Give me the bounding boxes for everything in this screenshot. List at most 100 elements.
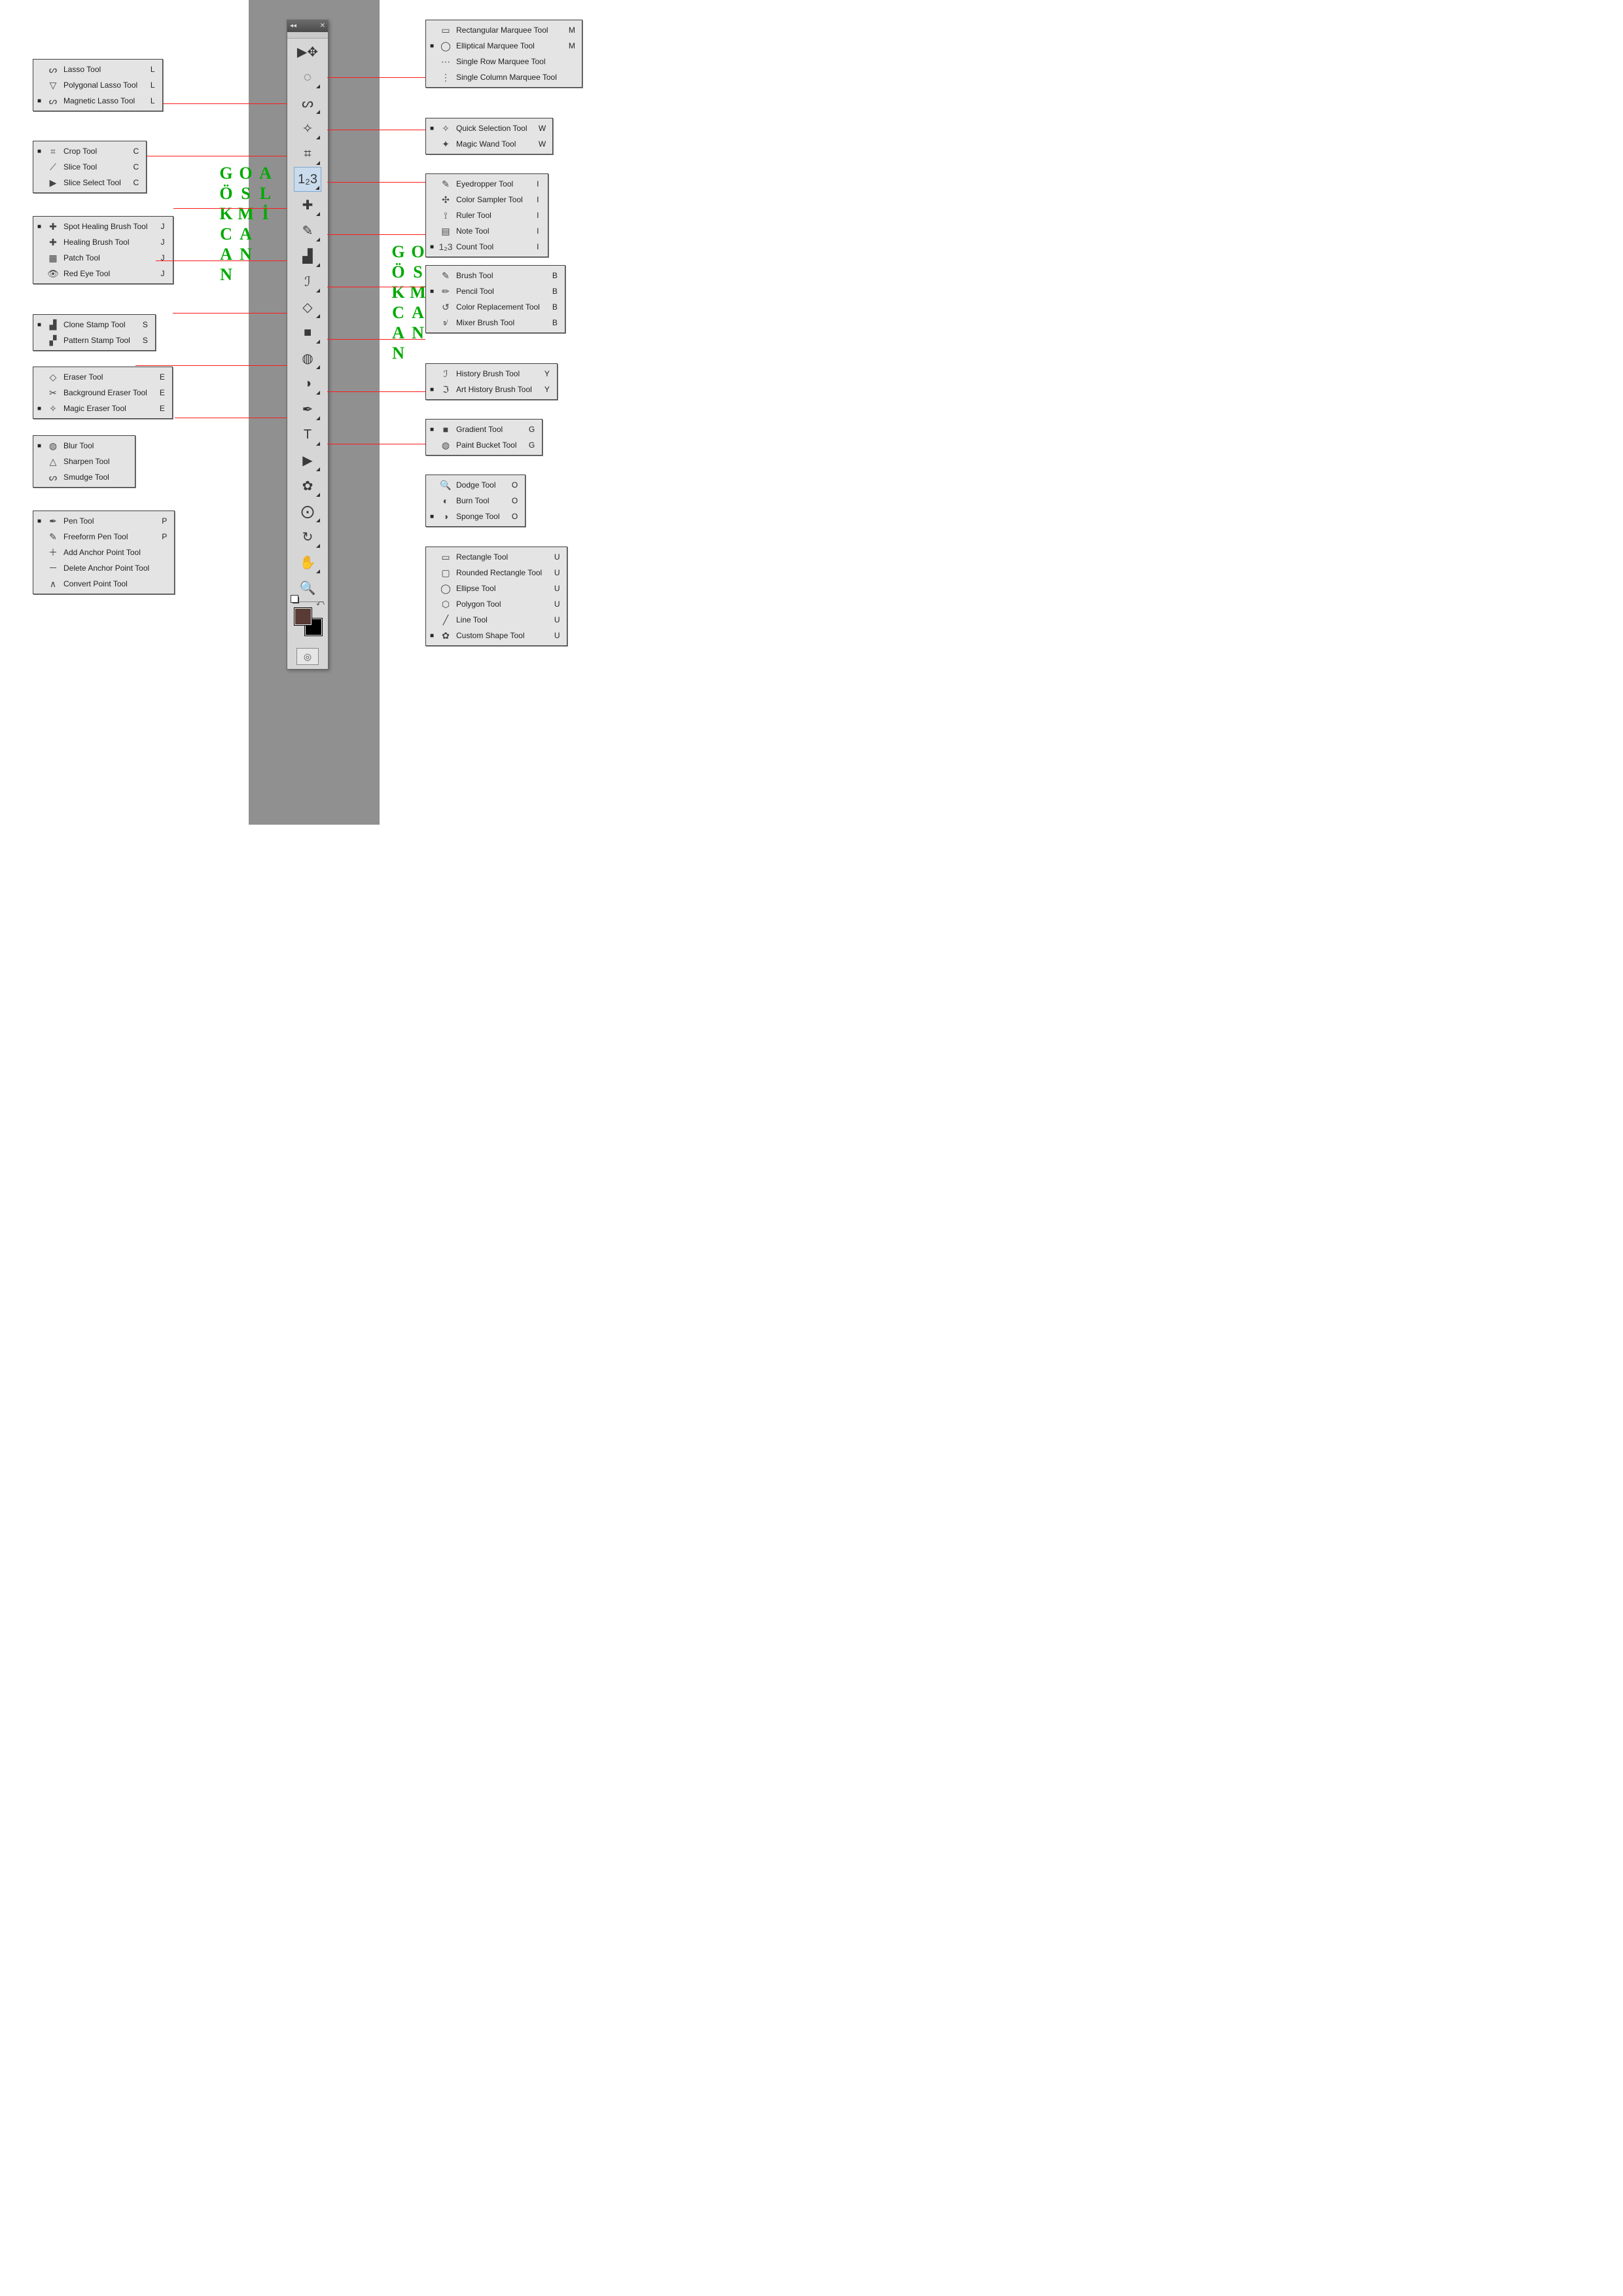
pen-tool[interactable]: ✒ bbox=[294, 397, 321, 422]
flyout-quick-select-item[interactable]: ✦Magic Wand ToolW bbox=[426, 136, 552, 152]
count-tool[interactable]: 1₂3 bbox=[294, 167, 321, 192]
connector-line bbox=[327, 234, 425, 235]
flyout-marquee-item[interactable]: ⋯Single Row Marquee Tool bbox=[426, 54, 582, 69]
flyout-heal-item[interactable]: ■✚Spot Healing Brush ToolJ bbox=[33, 219, 173, 234]
tools-panel-grip[interactable] bbox=[287, 32, 328, 39]
flyout-marquee-item[interactable]: ■◯Elliptical Marquee ToolM bbox=[426, 38, 582, 54]
flyout-eraser-item[interactable]: ■✧Magic Eraser ToolE bbox=[33, 401, 172, 416]
default-colors-icon[interactable] bbox=[293, 597, 299, 603]
tool-label: Healing Brush Tool bbox=[63, 238, 148, 247]
flyout-brush-item[interactable]: ৶Mixer Brush ToolB bbox=[426, 315, 565, 331]
tool-shortcut: I bbox=[533, 226, 543, 236]
flyout-eraser-item[interactable]: ✂Background Eraser ToolE bbox=[33, 385, 172, 401]
flyout-lasso-item[interactable]: ■ᔕMagnetic Lasso ToolL bbox=[33, 93, 162, 109]
flyout-quick-select: ■✧Quick Selection ToolW✦Magic Wand ToolW bbox=[425, 118, 553, 154]
crop-tool[interactable]: ⌗ bbox=[294, 141, 321, 166]
stamp-tool[interactable]: ▟ bbox=[294, 243, 321, 268]
dodge-tool[interactable]: ◑ bbox=[294, 371, 321, 396]
flyout-quick-select-item[interactable]: ■✧Quick Selection ToolW bbox=[426, 120, 552, 136]
flyout-eyedropper-item[interactable]: ■1₂3Count ToolI bbox=[426, 239, 548, 255]
flyout-blur-item[interactable]: ᔕSmudge Tool bbox=[33, 469, 135, 485]
hand-tool[interactable]: ✋ bbox=[294, 550, 321, 575]
flyout-lasso-item[interactable]: ᔕLasso ToolL bbox=[33, 62, 162, 77]
swap-colors-icon[interactable]: ⤺ bbox=[316, 598, 325, 608]
flyout-dodge-item[interactable]: ◐Burn ToolO bbox=[426, 493, 525, 509]
quick-select-tool[interactable]: ✧ bbox=[294, 116, 321, 141]
flyout-shape-item[interactable]: ▭Rectangle ToolU bbox=[426, 549, 567, 565]
tool-icon: ✎ bbox=[439, 270, 452, 281]
collapse-icon[interactable]: ◂◂ bbox=[290, 23, 296, 29]
flyout-marquee-item[interactable]: ▭Rectangular Marquee ToolM bbox=[426, 22, 582, 38]
flyout-shape-item[interactable]: ▢Rounded Rectangle ToolU bbox=[426, 565, 567, 581]
flyout-history-brush-item[interactable]: ℐHistory Brush ToolY bbox=[426, 366, 557, 382]
tool-label: Eyedropper Tool bbox=[456, 179, 523, 188]
tool-label: Brush Tool bbox=[456, 271, 540, 280]
tool-label: Polygonal Lasso Tool bbox=[63, 81, 137, 90]
flyout-shape-item[interactable]: ◯Ellipse ToolU bbox=[426, 581, 567, 596]
tool-icon: ✚ bbox=[46, 221, 60, 232]
flyout-eyedropper-item[interactable]: ⟟Ruler ToolI bbox=[426, 207, 548, 223]
flyout-eraser-item[interactable]: ◇Eraser ToolE bbox=[33, 369, 172, 385]
history-brush-tool[interactable]: ℐ bbox=[294, 269, 321, 294]
shape-tool[interactable]: ✿ bbox=[294, 473, 321, 498]
type-tool[interactable]: T bbox=[294, 422, 321, 447]
flyout-eyedropper-item[interactable]: ✎Eyedropper ToolI bbox=[426, 176, 548, 192]
flyout-crop-item[interactable]: ■⌗Crop ToolC bbox=[33, 143, 146, 159]
path-select-tool[interactable]: ▶ bbox=[294, 448, 321, 473]
flyout-eyedropper-item[interactable]: ✣Color Sampler ToolI bbox=[426, 192, 548, 207]
flyout-eyedropper-item[interactable]: ▤Note ToolI bbox=[426, 223, 548, 239]
flyout-heal-item[interactable]: ▦Patch ToolJ bbox=[33, 250, 173, 266]
flyout-heal-item[interactable]: 👁Red Eye ToolJ bbox=[33, 266, 173, 281]
flyout-pen-item[interactable]: －Delete Anchor Point Tool bbox=[33, 560, 174, 576]
tool-label: Elliptical Marquee Tool bbox=[456, 41, 557, 50]
marquee-tool[interactable]: ◌ bbox=[294, 65, 321, 90]
flyout-crop-item[interactable]: ▶Slice Select ToolC bbox=[33, 175, 146, 190]
lasso-tool[interactable]: ᔕ bbox=[294, 90, 321, 115]
flyout-shape-item[interactable]: ■✿Custom Shape ToolU bbox=[426, 628, 567, 643]
flyout-history-brush-item[interactable]: ■ℑArt History Brush ToolY bbox=[426, 382, 557, 397]
flyout-dodge: 🔍Dodge ToolO◐Burn ToolO■◑Sponge ToolO bbox=[425, 475, 526, 527]
flyout-shape-item[interactable]: ⬡Polygon ToolU bbox=[426, 596, 567, 612]
flyout-dodge-item[interactable]: ■◑Sponge ToolO bbox=[426, 509, 525, 524]
flyout-pen-item[interactable]: ∧Convert Point Tool bbox=[33, 576, 174, 592]
close-icon[interactable]: ✕ bbox=[320, 23, 325, 29]
flyout-stamp-item[interactable]: ▞Pattern Stamp ToolS bbox=[33, 332, 155, 348]
flyout-blur-item[interactable]: ■◍Blur Tool bbox=[33, 438, 135, 454]
quick-mask-toggle[interactable]: ◎ bbox=[296, 648, 319, 665]
tool-label: Quick Selection Tool bbox=[456, 124, 527, 133]
tool-shortcut: I bbox=[533, 195, 543, 204]
3d-tool[interactable]: ⨀ bbox=[294, 499, 321, 524]
flyout-brush-item[interactable]: ■✏Pencil ToolB bbox=[426, 283, 565, 299]
tool-icon: ◇ bbox=[46, 371, 60, 383]
brush-tool[interactable]: ✎ bbox=[294, 218, 321, 243]
move-tool[interactable]: ▶✥ bbox=[294, 39, 321, 64]
flyout-heal-item[interactable]: ✚Healing Brush ToolJ bbox=[33, 234, 173, 250]
flyout-shape-item[interactable]: ╱Line ToolU bbox=[426, 612, 567, 628]
flyout-gradient-item[interactable]: ■■Gradient ToolG bbox=[426, 422, 542, 437]
flyout-crop-item[interactable]: ⟋Slice ToolC bbox=[33, 159, 146, 175]
flyout-pen-item[interactable]: ＋Add Anchor Point Tool bbox=[33, 545, 174, 560]
tool-label: Eraser Tool bbox=[63, 372, 147, 382]
flyout-blur-item[interactable]: △Sharpen Tool bbox=[33, 454, 135, 469]
flyout-brush-item[interactable]: ✎Brush ToolB bbox=[426, 268, 565, 283]
healing-tool[interactable]: ✚ bbox=[294, 192, 321, 217]
flyout-pen-item[interactable]: ✎Freeform Pen ToolP bbox=[33, 529, 174, 545]
flyout-lasso-item[interactable]: ▽Polygonal Lasso ToolL bbox=[33, 77, 162, 93]
tool-icon: ◍ bbox=[46, 440, 60, 452]
3d-camera-tool[interactable]: ↻ bbox=[294, 524, 321, 549]
flyout-marquee-item[interactable]: ⋮Single Column Marquee Tool bbox=[426, 69, 582, 85]
tools-panel-header[interactable]: ◂◂ ✕ bbox=[287, 20, 328, 32]
blur-tool[interactable]: ◍ bbox=[294, 346, 321, 370]
flyout-stamp-item[interactable]: ■▟Clone Stamp ToolS bbox=[33, 317, 155, 332]
flyout-brush-item[interactable]: ↺Color Replacement ToolB bbox=[426, 299, 565, 315]
flyout-eraser: ◇Eraser ToolE✂Background Eraser ToolE■✧M… bbox=[33, 367, 173, 419]
flyout-dodge-item[interactable]: 🔍Dodge ToolO bbox=[426, 477, 525, 493]
tool-icon: ◑ bbox=[439, 511, 452, 522]
tool-shortcut: G bbox=[527, 440, 537, 450]
flyout-pen-item[interactable]: ■✒Pen ToolP bbox=[33, 513, 174, 529]
flyout-heal: ■✚Spot Healing Brush ToolJ✚Healing Brush… bbox=[33, 216, 173, 284]
foreground-color-swatch[interactable] bbox=[294, 607, 312, 626]
gradient-tool[interactable]: ■ bbox=[294, 320, 321, 345]
flyout-gradient-item[interactable]: ◍Paint Bucket ToolG bbox=[426, 437, 542, 453]
eraser-tool[interactable]: ◇ bbox=[294, 295, 321, 319]
